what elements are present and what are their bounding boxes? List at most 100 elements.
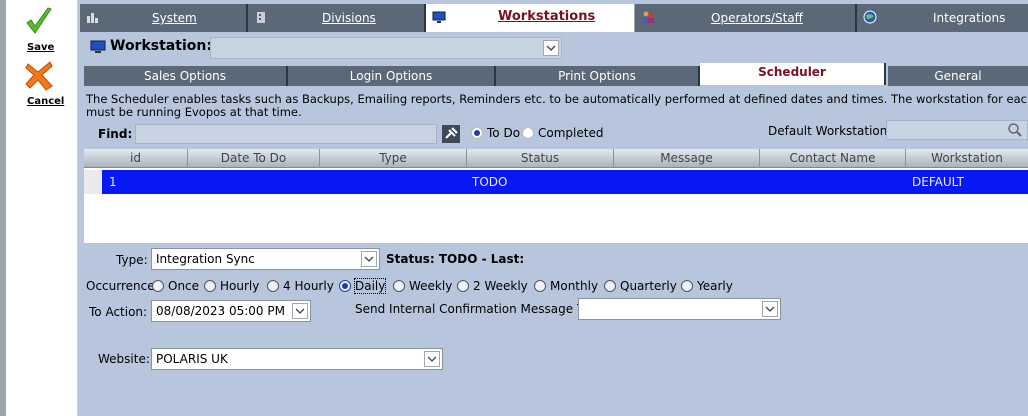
filter-todo-label: To Do [487, 126, 521, 140]
tab-operators-staff[interactable]: Operators/Staff [635, 4, 857, 32]
filter-todo-dot [471, 127, 483, 139]
occurrence-monthly-dot [534, 280, 546, 292]
row-selector[interactable] [84, 170, 102, 194]
occurrence-yearly-label: Yearly [697, 279, 733, 293]
workstation-dropdown-button[interactable] [543, 40, 559, 56]
tab-integrations[interactable]: Integrations [857, 4, 1028, 32]
column-header-workstation[interactable]: Workstation [906, 149, 1028, 168]
occurrence-hourly-dot [204, 280, 216, 292]
cell-status: TODO [472, 175, 508, 189]
people-icon [643, 11, 654, 23]
tab-divisions-label: Divisions [322, 11, 376, 25]
website-dropdown-button[interactable] [424, 351, 440, 367]
occurrence-monthly-radio[interactable]: Monthly [534, 279, 604, 293]
chevron-down-icon [295, 308, 305, 314]
tab-general[interactable]: General [888, 66, 1028, 86]
search-icon[interactable] [1007, 122, 1023, 138]
occurrence-hourly-label: Hourly [220, 279, 260, 293]
column-header-id[interactable]: id [84, 149, 188, 168]
column-header-date-to-do[interactable]: Date To Do [188, 149, 320, 168]
tab-divisions[interactable]: Divisions [248, 4, 426, 32]
chart-icon [87, 13, 98, 23]
scheduler-grid: 1 TODO DEFAULT [84, 168, 1028, 243]
cell-workstation: DEFAULT [912, 175, 964, 189]
tab-print-options-label: Print Options [558, 69, 636, 83]
confirm-message-dropdown-button[interactable] [762, 301, 778, 317]
occurrence-quarterly-radio[interactable]: Quarterly [604, 279, 679, 293]
cancel-x-icon [25, 61, 53, 91]
to-action-label: To Action: [89, 305, 148, 319]
grid-header: id Date To Do Type Status Message Contac… [84, 149, 1028, 168]
column-header-contact-name[interactable]: Contact Name [760, 149, 906, 168]
filter-completed-label: Completed [538, 126, 604, 140]
column-header-status[interactable]: Status [467, 149, 614, 168]
tab-scheduler[interactable]: Scheduler [700, 63, 886, 85]
pin-icon [445, 127, 458, 139]
find-go-button[interactable] [442, 125, 460, 143]
type-dropdown-button[interactable] [361, 251, 377, 267]
to-action-value: 08/08/2023 05:00 PM [156, 304, 285, 318]
occurrence-weekly-radio[interactable]: Weekly [393, 279, 453, 293]
occurrence-daily-dot [339, 280, 351, 292]
confirm-message-select[interactable] [578, 298, 781, 320]
tab-sales-options-label: Sales Options [143, 69, 227, 83]
left-toolbar: Save Cancel [0, 0, 78, 416]
workstation-select[interactable] [210, 37, 562, 59]
tab-workstations[interactable]: Workstations [426, 4, 635, 32]
occurrence-quarterly-label: Quarterly [620, 279, 677, 293]
occurrence-4-hourly-radio[interactable]: 4 Hourly [267, 279, 337, 293]
scheduler-description-line2: must be running Evopos at that time. [86, 105, 302, 119]
occurrence-hourly-radio[interactable]: Hourly [204, 279, 264, 293]
table-row[interactable]: 1 TODO DEFAULT [84, 170, 1028, 194]
cancel-button[interactable]: Cancel [0, 58, 78, 110]
top-tab-bar: System Divisions Workstations Operators/… [80, 4, 1028, 32]
cell-id: 1 [109, 175, 117, 189]
occurrence-yearly-dot [681, 280, 693, 292]
workstation-label: Workstation: [110, 38, 212, 54]
workstation-monitor-icon [90, 40, 106, 53]
save-button[interactable]: Save [0, 4, 78, 56]
find-input[interactable] [135, 124, 437, 144]
tab-system-label: System [152, 11, 197, 25]
chevron-down-icon [546, 45, 556, 51]
occurrence-4-hourly-dot [267, 280, 279, 292]
tab-system[interactable]: System [80, 4, 248, 32]
occurrence-weekly-label: Weekly [409, 279, 453, 293]
website-value: POLARIS UK [156, 352, 228, 366]
filter-completed-radio[interactable]: Completed [522, 126, 612, 140]
website-select[interactable]: POLARIS UK [151, 348, 443, 370]
tab-workstations-label: Workstations [498, 9, 596, 24]
occurrence-once-dot [152, 280, 164, 292]
checkmark-icon [26, 7, 52, 34]
type-select[interactable]: Integration Sync [151, 248, 380, 270]
column-header-type[interactable]: Type [320, 149, 467, 168]
occurrence-yearly-radio[interactable]: Yearly [681, 279, 741, 293]
sub-tab-bar: Sales Options Login Options Print Option… [84, 63, 1028, 86]
tab-print-options[interactable]: Print Options [496, 66, 700, 86]
occurrence-daily-label: Daily [353, 278, 387, 294]
default-workstation-label: Default Workstation [768, 124, 888, 138]
type-label: Type: [116, 253, 148, 267]
occurrence-daily-radio[interactable]: Daily [339, 278, 394, 294]
occurrence-once-radio[interactable]: Once [152, 279, 207, 293]
filter-completed-dot [522, 127, 534, 139]
occurrence-once-label: Once [168, 279, 200, 293]
building-icon [257, 12, 265, 23]
to-action-datetime-input[interactable]: 08/08/2023 05:00 PM [151, 300, 311, 322]
default-workstation-input[interactable] [886, 120, 1028, 140]
type-value: Integration Sync [156, 252, 255, 266]
main-panel: System Divisions Workstations Operators/… [80, 0, 1028, 416]
occurrence-2-weekly-label: 2 Weekly [473, 279, 528, 293]
occurrence-2-weekly-radio[interactable]: 2 Weekly [457, 279, 528, 293]
to-action-dropdown-button[interactable] [292, 303, 308, 319]
occurrence-4-hourly-label: 4 Hourly [283, 279, 334, 293]
tab-sales-options[interactable]: Sales Options [84, 66, 288, 86]
save-label: Save [27, 42, 55, 53]
occurrence-weekly-dot [393, 280, 405, 292]
monitor-icon [432, 11, 446, 23]
tab-integrations-label: Integrations [933, 11, 1006, 25]
column-header-message[interactable]: Message [614, 149, 760, 168]
tab-login-options[interactable]: Login Options [288, 66, 496, 86]
chevron-down-icon [427, 356, 437, 362]
find-label: Find: [98, 127, 133, 141]
